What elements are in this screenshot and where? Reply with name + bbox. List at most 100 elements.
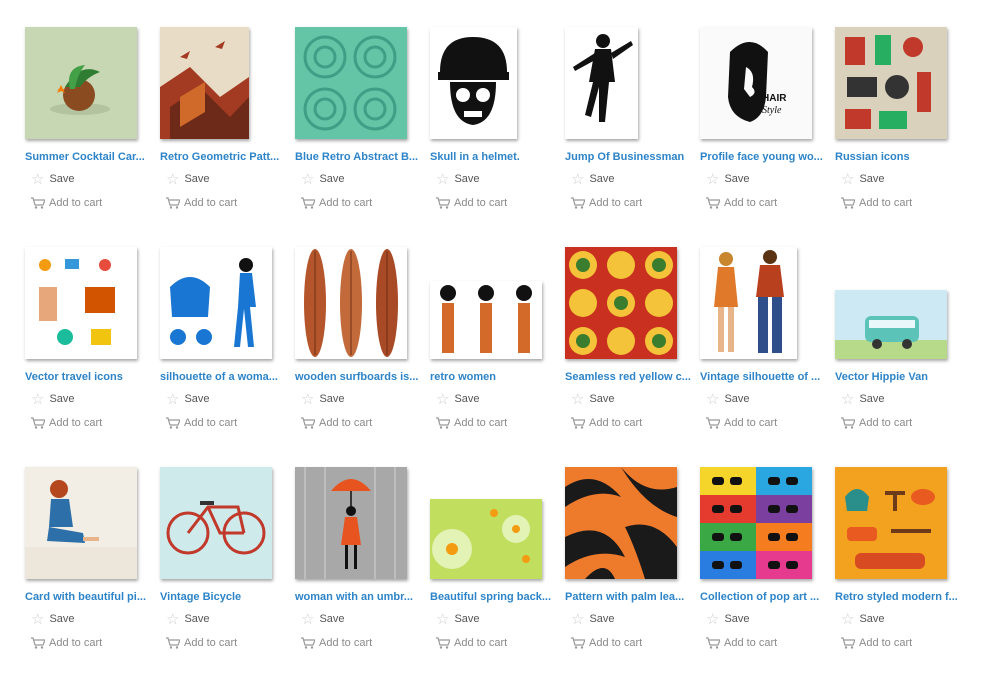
thumbnail-woman-umbrella[interactable]: [295, 467, 407, 579]
save-button[interactable]: ☆ Save: [31, 391, 75, 407]
add-to-cart-button[interactable]: Add to cart: [571, 196, 642, 210]
thumbnail-travel-icons[interactable]: [25, 247, 137, 359]
cart-icon: [436, 197, 450, 209]
item-title[interactable]: Russian icons: [835, 151, 963, 163]
save-button[interactable]: ☆ Save: [301, 391, 345, 407]
thumbnail-palm-leaves[interactable]: [565, 467, 677, 579]
add-to-cart-button[interactable]: Add to cart: [436, 636, 507, 650]
item-title[interactable]: Retro styled modern f...: [835, 591, 963, 603]
item-title[interactable]: Vector Hippie Van: [835, 371, 963, 383]
add-to-cart-button[interactable]: Add to cart: [301, 416, 372, 430]
add-to-cart-button[interactable]: Add to cart: [166, 196, 237, 210]
star-icon: ☆: [706, 170, 720, 188]
add-to-cart-button[interactable]: Add to cart: [706, 196, 777, 210]
save-button[interactable]: ☆ Save: [841, 611, 885, 627]
thumbnail-profile-face[interactable]: HAIR Style: [700, 27, 812, 139]
save-button[interactable]: ☆ Save: [571, 391, 615, 407]
save-button[interactable]: ☆ Save: [436, 611, 480, 627]
save-button[interactable]: ☆ Save: [841, 391, 885, 407]
item-title[interactable]: Skull in a helmet.: [430, 151, 558, 163]
star-icon: ☆: [436, 390, 450, 408]
star-icon: ☆: [31, 170, 45, 188]
add-to-cart-button[interactable]: Add to cart: [166, 416, 237, 430]
star-icon: ☆: [571, 610, 585, 628]
item-title[interactable]: Vector travel icons: [25, 371, 153, 383]
save-button[interactable]: ☆ Save: [301, 171, 345, 187]
add-to-cart-button[interactable]: Add to cart: [31, 416, 102, 430]
item-title[interactable]: silhouette of a woma...: [160, 371, 288, 383]
item-title[interactable]: Retro Geometric Patt...: [160, 151, 288, 163]
item-title[interactable]: Vintage silhouette of ...: [700, 371, 828, 383]
star-icon: ☆: [166, 170, 180, 188]
star-icon: ☆: [841, 170, 855, 188]
add-to-cart-button[interactable]: Add to cart: [841, 196, 912, 210]
star-icon: ☆: [31, 390, 45, 408]
save-button[interactable]: ☆ Save: [166, 171, 210, 187]
add-to-cart-button[interactable]: Add to cart: [166, 636, 237, 650]
star-icon: ☆: [706, 610, 720, 628]
item-title[interactable]: Seamless red yellow c...: [565, 371, 693, 383]
add-to-cart-button[interactable]: Add to cart: [571, 416, 642, 430]
star-icon: ☆: [706, 390, 720, 408]
item-title[interactable]: wooden surfboards is...: [295, 371, 423, 383]
add-to-cart-button[interactable]: Add to cart: [571, 636, 642, 650]
thumbnail-surfboards[interactable]: [295, 247, 407, 359]
thumbnail-russian-icons[interactable]: [835, 27, 947, 139]
item-title[interactable]: Card with beautiful pi...: [25, 591, 153, 603]
thumbnail-vintage-silhouette[interactable]: [700, 247, 797, 359]
thumbnail-seamless-circles[interactable]: [565, 247, 677, 359]
item-title[interactable]: Vintage Bicycle: [160, 591, 288, 603]
cart-icon: [301, 417, 315, 429]
thumbnail-retro-women[interactable]: [430, 281, 542, 359]
add-to-cart-button[interactable]: Add to cart: [706, 416, 777, 430]
save-button[interactable]: ☆ Save: [571, 611, 615, 627]
save-button[interactable]: ☆ Save: [166, 391, 210, 407]
save-button[interactable]: ☆ Save: [706, 391, 750, 407]
save-button[interactable]: ☆ Save: [301, 611, 345, 627]
thumbnail-retro-geometric[interactable]: [160, 27, 249, 139]
add-to-cart-button[interactable]: Add to cart: [436, 416, 507, 430]
thumbnail-blue-retro-abstract[interactable]: [295, 27, 407, 139]
add-to-cart-button[interactable]: Add to cart: [301, 196, 372, 210]
item-title[interactable]: Collection of pop art ...: [700, 591, 828, 603]
thumbnail-vintage-bicycle[interactable]: [160, 467, 272, 579]
add-to-cart-button[interactable]: Add to cart: [841, 636, 912, 650]
add-to-cart-button[interactable]: Add to cart: [436, 196, 507, 210]
thumbnail-retro-furniture[interactable]: [835, 467, 947, 579]
save-button[interactable]: ☆ Save: [841, 171, 885, 187]
cart-icon: [166, 637, 180, 649]
thumbnail-jump-businessman[interactable]: [565, 27, 638, 139]
item-title[interactable]: woman with an umbr...: [295, 591, 423, 603]
item-title[interactable]: Blue Retro Abstract B...: [295, 151, 423, 163]
item-title[interactable]: Pattern with palm lea...: [565, 591, 693, 603]
cart-icon: [436, 637, 450, 649]
item-title[interactable]: Summer Cocktail Car...: [25, 151, 153, 163]
save-button[interactable]: ☆ Save: [436, 171, 480, 187]
save-button[interactable]: ☆ Save: [166, 611, 210, 627]
item-title[interactable]: Jump Of Businessman: [565, 151, 693, 163]
save-button[interactable]: ☆ Save: [436, 391, 480, 407]
save-button[interactable]: ☆ Save: [706, 611, 750, 627]
add-to-cart-button[interactable]: Add to cart: [841, 416, 912, 430]
cart-icon: [301, 637, 315, 649]
add-to-cart-button[interactable]: Add to cart: [706, 636, 777, 650]
cart-icon: [31, 637, 45, 649]
thumbnail-woman-pram[interactable]: [160, 247, 272, 359]
cart-icon: [706, 637, 720, 649]
item-title[interactable]: Profile face young wo...: [700, 151, 828, 163]
thumbnail-summer-cocktail[interactable]: [25, 27, 137, 139]
save-button[interactable]: ☆ Save: [571, 171, 615, 187]
add-to-cart-button[interactable]: Add to cart: [31, 636, 102, 650]
item-title[interactable]: retro women: [430, 371, 558, 383]
save-button[interactable]: ☆ Save: [31, 171, 75, 187]
thumbnail-spring-background[interactable]: [430, 499, 542, 579]
thumbnail-pop-art-glasses[interactable]: [700, 467, 812, 579]
thumbnail-pinup-card[interactable]: [25, 467, 137, 579]
thumbnail-hippie-van[interactable]: [835, 290, 947, 359]
add-to-cart-button[interactable]: Add to cart: [31, 196, 102, 210]
save-button[interactable]: ☆ Save: [31, 611, 75, 627]
add-to-cart-button[interactable]: Add to cart: [301, 636, 372, 650]
thumbnail-skull-helmet[interactable]: [430, 27, 517, 139]
item-title[interactable]: Beautiful spring back...: [430, 591, 558, 603]
save-button[interactable]: ☆ Save: [706, 171, 750, 187]
